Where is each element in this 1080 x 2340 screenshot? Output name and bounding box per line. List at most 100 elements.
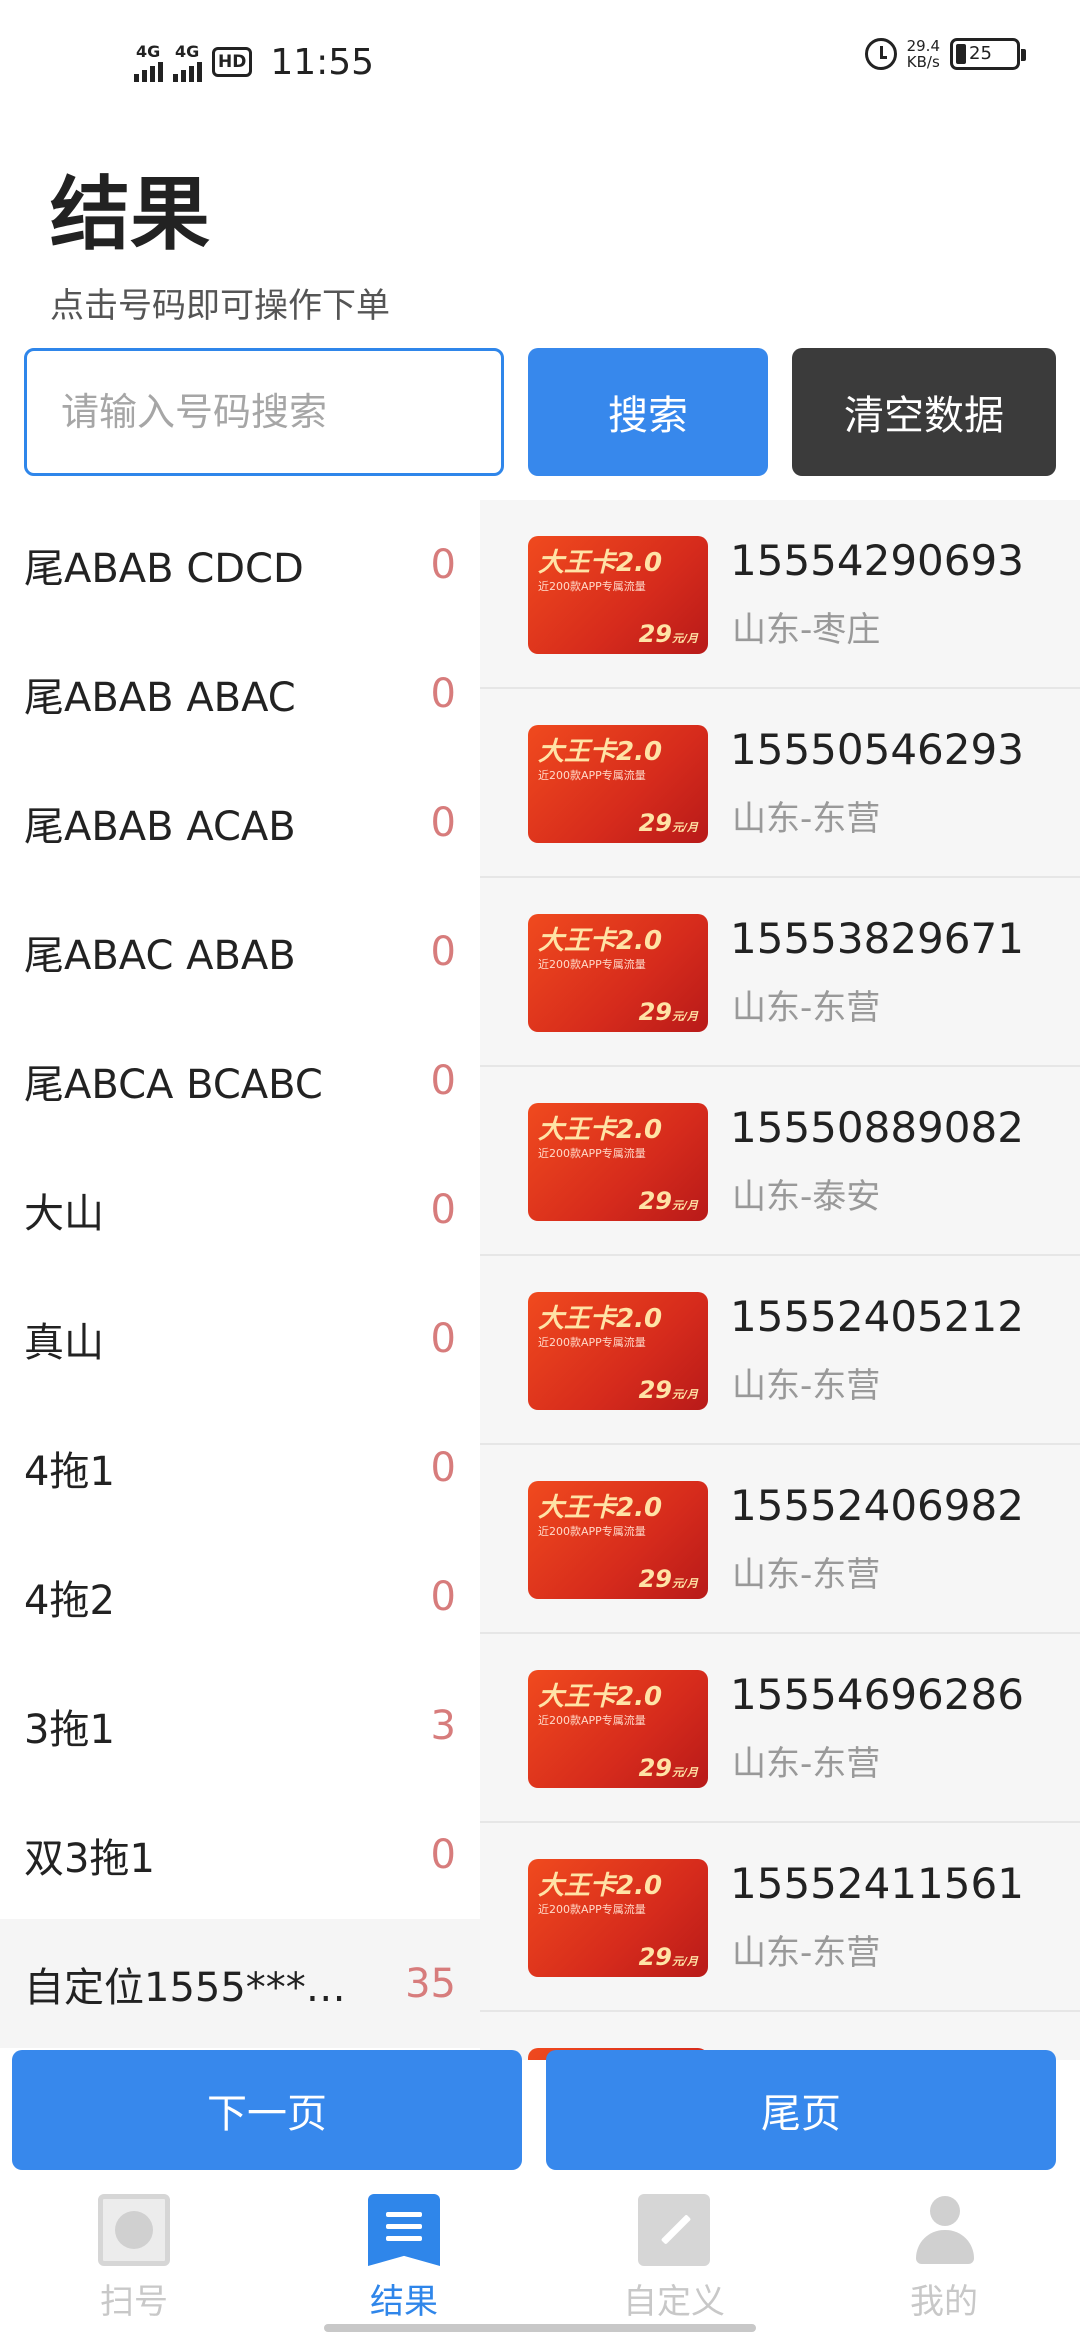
status-bar-left: 4G 4G HD 11:55 — [134, 34, 374, 90]
category-count: 0 — [430, 928, 456, 975]
category-item[interactable]: 尾ABAB CDCD 0 — [0, 500, 480, 629]
category-item[interactable]: 大山 0 — [0, 1145, 480, 1274]
card-price: 29元/月 — [639, 1376, 698, 1404]
sim-card-image: 大王卡2.0 近200款APP专属流量 29元/月 — [528, 1292, 708, 1410]
card-price-value: 29 — [638, 620, 672, 648]
card-price-value: 29 — [638, 1943, 672, 1971]
card-title: 大王卡2.0 — [538, 737, 663, 767]
category-item[interactable]: 尾ABAB ACAB 0 — [0, 758, 480, 887]
network-speed-value: 29.4 — [906, 37, 940, 55]
card-price: 29元/月 — [639, 620, 698, 648]
sim-card-image: 大王卡2.0 近200款APP专属流量 29元/月 — [528, 1103, 708, 1221]
category-item[interactable]: 3拖1 3 — [0, 1661, 480, 1790]
search-input[interactable] — [24, 348, 504, 476]
card-subtitle: 近200款APP专属流量 — [538, 1147, 646, 1160]
card-subtitle: 近200款APP专属流量 — [538, 580, 646, 593]
signal-1-icon: 4G — [134, 42, 163, 82]
result-item[interactable]: 大王卡2.0 近200款APP专属流量 29元/月 15552405212 山东-东营 — [480, 1256, 1080, 1445]
card-price: 29元/月 — [639, 1565, 698, 1593]
phone-location: 山东-东营 — [732, 1744, 881, 1784]
alarm-icon — [864, 38, 897, 70]
status-bar-right: 29.4 KB/s 25 — [864, 37, 1026, 70]
result-list: 大王卡2.0 近200款APP专属流量 29元/月 15554290693 山东-枣庄大… — [480, 500, 1080, 2060]
category-count: 0 — [430, 670, 456, 717]
sim-card-image: 大王卡2.0 近200款APP专属流量 29元/月 — [528, 1481, 708, 1599]
card-title: 大王卡2.0 — [538, 1304, 663, 1334]
status-bar: 4G 4G HD 11:55 29.4 KB/s 25 — [0, 0, 1080, 120]
category-list: 尾ABAB CDCD 0 尾ABAB ABAC 0 尾ABAB ACAB 0 尾ABAC A… — [0, 500, 480, 2060]
tab-custom-label: 自定义 — [623, 2282, 725, 2322]
card-price-value: 29 — [638, 1754, 672, 1782]
card-price-value: 29 — [638, 1565, 672, 1593]
result-item[interactable]: 大王卡2.0 近200款APP专属流量 29元/月 15553829671 山东-东营 — [480, 878, 1080, 1067]
next-page-button[interactable]: 下一页 — [12, 2050, 522, 2170]
category-item[interactable]: 4拖2 0 — [0, 1532, 480, 1661]
card-price-unit: 元/月 — [671, 1766, 698, 1779]
result-item[interactable]: 大王卡2.0 近200款APP专属流量 29元/月 15554696286 山东-东营 — [480, 1634, 1080, 1823]
card-price: 29元/月 — [639, 1754, 698, 1782]
result-item[interactable]: 大王卡2.0 近200款APP专属流量 29元/月 15552411561 山东-东营 — [480, 1823, 1080, 2012]
card-price: 29元/月 — [639, 998, 698, 1026]
last-page-button[interactable]: 尾页 — [546, 2050, 1056, 2170]
user-icon — [908, 2194, 980, 2266]
card-price: 29元/月 — [639, 1943, 698, 1971]
category-item[interactable]: 尾ABAB ABAC 0 — [0, 629, 480, 758]
category-item[interactable]: 尾ABCA BCABC 0 — [0, 1016, 480, 1145]
phone-number[interactable]: 15550889082 — [730, 1103, 1024, 1152]
home-indicator[interactable] — [324, 2324, 756, 2332]
phone-number[interactable]: 15552405212 — [730, 1292, 1024, 1341]
card-title: 大王卡2.0 — [538, 1871, 663, 1901]
sim-card-image: 大王卡2.0 近200款APP专属流量 29元/月 — [528, 1670, 708, 1788]
category-name: 尾ABAC ABAB — [24, 932, 296, 979]
phone-number[interactable]: 15553829671 — [730, 914, 1024, 963]
category-item[interactable]: 双3拖1 0 — [0, 1790, 480, 1919]
bottom-tab-bar: 扫号 结果 自定义 我的 — [0, 2180, 1080, 2340]
search-button[interactable]: 搜索 — [528, 348, 768, 476]
category-item[interactable]: 4拖1 0 — [0, 1403, 480, 1532]
card-price: 29元/月 — [639, 1187, 698, 1215]
phone-number[interactable]: 15552406982 — [730, 1481, 1024, 1530]
phone-number[interactable]: 15550546293 — [730, 725, 1024, 774]
card-price-unit: 元/月 — [671, 1577, 698, 1590]
category-name: 真山 — [24, 1319, 104, 1366]
category-item[interactable]: 尾ABAC ABAB 0 — [0, 887, 480, 1016]
result-item[interactable]: 大王卡2.0 近200款APP专属流量 29元/月 15552406982 山东-东营 — [480, 1445, 1080, 1634]
category-item[interactable]: 真山 0 — [0, 1274, 480, 1403]
card-price-unit: 元/月 — [671, 821, 698, 834]
tab-custom[interactable]: 自定义 — [574, 2190, 774, 2330]
category-name: 尾ABAB ABAC — [24, 674, 296, 721]
phone-number[interactable]: 15554696286 — [730, 1670, 1024, 1719]
card-price-unit: 元/月 — [671, 632, 698, 645]
tab-mine[interactable]: 我的 — [844, 2190, 1044, 2330]
hd-voice-icon: HD — [212, 47, 253, 77]
clear-data-button[interactable]: 清空数据 — [792, 348, 1056, 476]
edit-icon — [638, 2194, 710, 2266]
category-count: 3 — [430, 1702, 456, 1749]
phone-number[interactable]: 15552411561 — [730, 1859, 1024, 1908]
tab-scan[interactable]: 扫号 — [34, 2190, 234, 2330]
card-price: 29元/月 — [639, 809, 698, 837]
result-item[interactable]: 大王卡2.0 近200款APP专属流量 29元/月 15550889082 山东-泰安 — [480, 1067, 1080, 1256]
phone-location: 山东-泰安 — [732, 1177, 881, 1217]
phone-number[interactable]: 15554290693 — [730, 536, 1024, 585]
card-subtitle: 近200款APP专属流量 — [538, 1903, 646, 1916]
sim-card-image: 大王卡2.0 近200款APP专属流量 29元/月 — [528, 536, 708, 654]
result-item[interactable]: 大王卡2.0 近200款APP专属流量 29元/月 15554290693 山东-枣庄 — [480, 500, 1080, 689]
pager: 下一页 尾页 — [0, 2050, 1080, 2170]
card-price-unit: 元/月 — [671, 1199, 698, 1212]
signal-2-icon: 4G — [173, 42, 202, 82]
card-title: 大王卡2.0 — [538, 1682, 663, 1712]
tab-result[interactable]: 结果 — [304, 2190, 504, 2330]
category-count: 0 — [430, 1444, 456, 1491]
card-subtitle: 近200款APP专属流量 — [538, 1525, 646, 1538]
category-name: 3拖1 — [24, 1706, 115, 1753]
card-price-value: 29 — [638, 1187, 672, 1215]
tab-scan-label: 扫号 — [100, 2282, 168, 2322]
tab-result-label: 结果 — [370, 2282, 438, 2322]
result-item[interactable]: 大王卡2.0 近200款APP专属流量 29元/月 15550546293 山东-东营 — [480, 689, 1080, 878]
category-count: 0 — [430, 799, 456, 846]
card-title: 大王卡2.0 — [538, 1493, 663, 1523]
network-type-1: 4G — [136, 42, 161, 61]
category-name: 尾ABCA BCABC — [24, 1061, 323, 1108]
category-item[interactable]: 自定位1555***… 35 — [0, 1919, 480, 2048]
